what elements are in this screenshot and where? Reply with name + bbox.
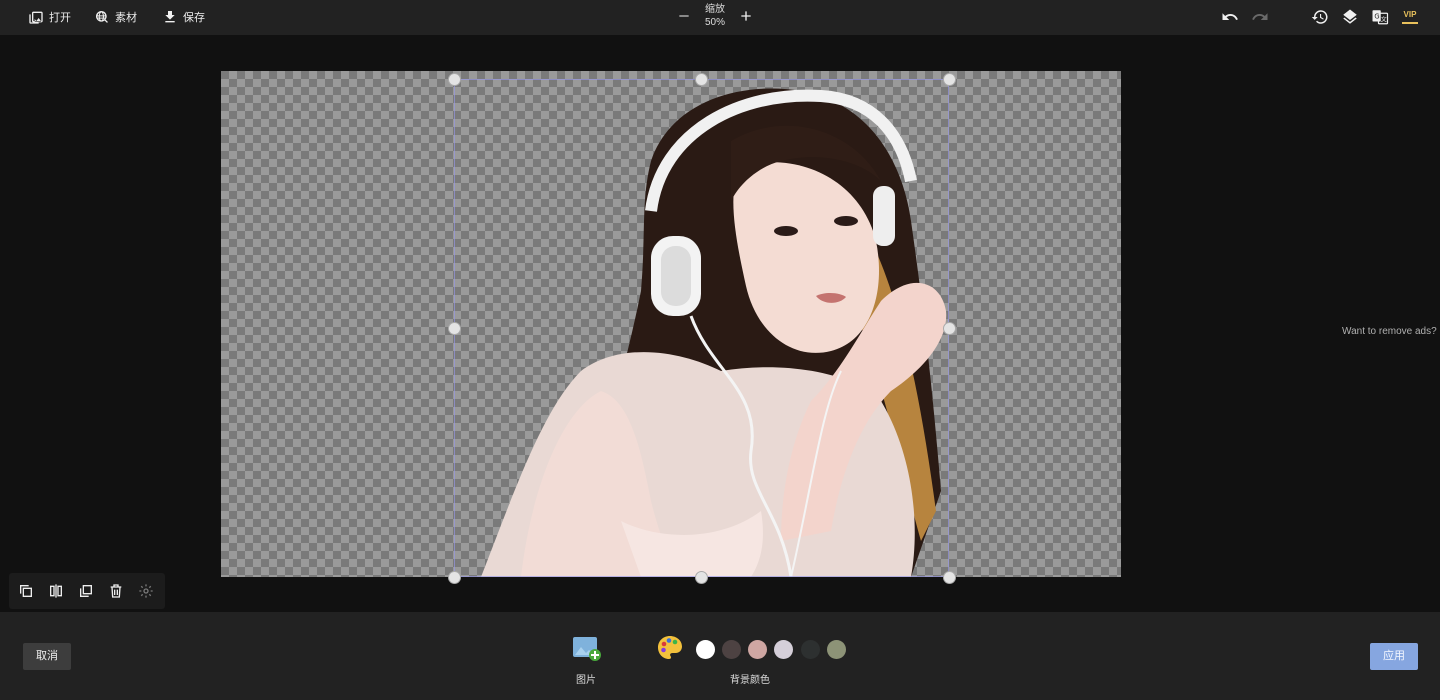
- image-background-button[interactable]: [572, 636, 602, 662]
- material-label: 素材: [115, 12, 137, 24]
- flip-icon: [50, 584, 62, 598]
- background-color-label: 背景颜色: [730, 675, 770, 686]
- palette-icon: [658, 636, 682, 659]
- open-button[interactable]: 打开: [28, 6, 71, 28]
- translate-button[interactable]: G文: [1371, 8, 1389, 26]
- flip-button[interactable]: [48, 583, 64, 599]
- history-icon: [1311, 10, 1328, 24]
- apply-button[interactable]: 应用: [1370, 643, 1418, 670]
- material-button[interactable]: 素材: [94, 6, 137, 28]
- resize-handle-top-left[interactable]: [448, 73, 461, 86]
- resize-handle-top[interactable]: [695, 73, 708, 86]
- subject-image: [481, 88, 947, 577]
- editor-canvas[interactable]: [221, 71, 1121, 577]
- object-toolbar: [9, 573, 165, 609]
- zoom-control: 缩放 50%: [676, 0, 756, 35]
- resize-handle-bottom-left[interactable]: [448, 571, 461, 584]
- cancel-button[interactable]: 取消: [23, 643, 71, 670]
- color-palette-button[interactable]: [657, 635, 683, 661]
- gear-icon: [139, 584, 153, 598]
- undo-button[interactable]: [1221, 8, 1239, 26]
- duplicate-button[interactable]: [18, 583, 34, 599]
- history-button[interactable]: [1311, 8, 1329, 26]
- globe-search-icon: [95, 10, 108, 23]
- arrange-button[interactable]: [78, 583, 94, 599]
- zoom-title: 缩放: [705, 4, 725, 15]
- trash-icon: [110, 584, 122, 598]
- redo-icon: [1252, 13, 1268, 20]
- resize-handle-bottom-right[interactable]: [943, 571, 956, 584]
- redo-button[interactable]: [1251, 8, 1269, 26]
- swatch-3[interactable]: [774, 640, 793, 659]
- undo-icon: [1222, 13, 1238, 20]
- svg-text:文: 文: [1381, 16, 1387, 24]
- swatch-1[interactable]: [722, 640, 741, 659]
- swatch-4[interactable]: [801, 640, 820, 659]
- image-label: 图片: [576, 675, 596, 686]
- swatch-2[interactable]: [748, 640, 767, 659]
- resize-handle-left[interactable]: [448, 322, 461, 335]
- remove-ads-link[interactable]: Want to remove ads?: [1342, 326, 1437, 337]
- vip-badge[interactable]: VIP: [1402, 10, 1418, 24]
- swatch-0[interactable]: [696, 640, 715, 659]
- add-image-icon: [573, 637, 601, 661]
- open-label: 打开: [49, 12, 71, 24]
- settings-button[interactable]: [138, 583, 154, 599]
- zoom-value: 50%: [704, 17, 725, 28]
- zoom-out-icon[interactable]: [676, 8, 692, 24]
- resize-handle-bottom[interactable]: [695, 571, 708, 584]
- layer-order-icon: [80, 585, 92, 597]
- bottom-panel: 取消 图片 背景颜色 应用: [0, 612, 1440, 700]
- translate-icon: G文: [1372, 10, 1389, 25]
- download-icon: [165, 11, 175, 23]
- svg-text:G: G: [1374, 13, 1379, 21]
- zoom-readout: 缩放 50%: [696, 3, 734, 29]
- swatch-5[interactable]: [827, 640, 846, 659]
- save-button[interactable]: 保存: [162, 6, 205, 28]
- image-icon: [29, 11, 43, 24]
- save-label: 保存: [183, 12, 205, 24]
- layers-button[interactable]: [1341, 8, 1359, 26]
- copy-icon: [20, 585, 32, 597]
- resize-handle-right[interactable]: [943, 322, 956, 335]
- resize-handle-top-right[interactable]: [943, 73, 956, 86]
- layers-icon: [1343, 9, 1357, 24]
- zoom-in-icon[interactable]: [738, 8, 754, 24]
- delete-button[interactable]: [108, 583, 124, 599]
- top-toolbar: 打开 素材 保存 缩放 50% G文 VIP: [0, 0, 1440, 35]
